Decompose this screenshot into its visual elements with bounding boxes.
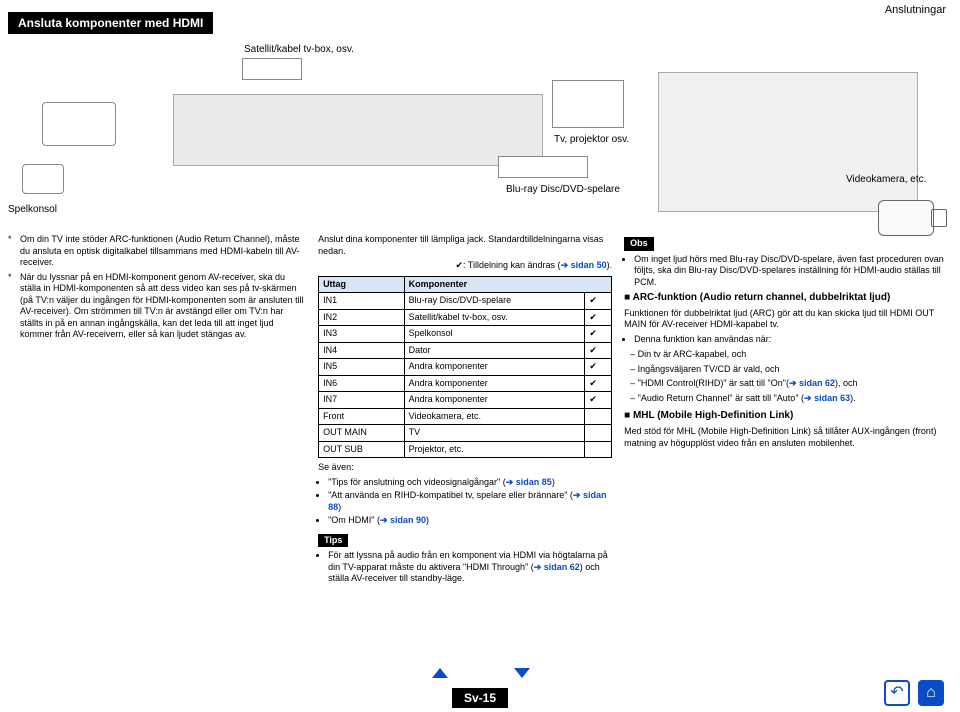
device-bluray [498,156,588,178]
arc-when: Denna funktion kan användas när: [634,334,952,346]
table-row: IN7Andra komponenter✔ [319,392,612,409]
link-sidan63[interactable]: sidan 63 [814,393,850,403]
home-button[interactable] [918,680,944,706]
label-console: Spelkonsol [8,204,57,215]
connect-intro: Anslut dina komponenter till lämpliga ja… [318,234,612,257]
device-tv [552,80,624,128]
see-also: Se även: [318,462,612,474]
receiver-back-panel [173,94,543,166]
connection-diagram: Satellit/kabel tv-box, osv. Dator Tv, pr… [8,44,952,224]
table-row: IN5Andra komponenter✔ [319,359,612,376]
link-sidan90[interactable]: sidan 90 [390,515,426,525]
device-laptop [42,102,116,146]
jack-table: UttagKomponenter IN1Blu-ray Disc/DVD-spe… [318,276,612,459]
th-uttag: Uttag [319,276,405,293]
link-sidan85[interactable]: sidan 85 [516,477,552,487]
table-row: IN2Satellit/kabel tv-box, osv.✔ [319,309,612,326]
tips-tag: Tips [318,534,348,548]
link-sidan62a[interactable]: sidan 62 [544,562,580,572]
table-row: FrontVideokamera, etc. [319,408,612,425]
tips-item: För att lyssna på audio från en komponen… [328,550,612,585]
arc-p1: Funktionen för dubbelriktat ljud (ARC) g… [624,308,952,331]
th-komponenter: Komponenter [404,276,611,293]
device-satellite [242,58,302,80]
obs-tag: Obs [624,237,654,251]
arc-cond-3: – "HDMI Control(RIHD)" är satt till "On"… [624,378,952,390]
mhl-text: Med stöd för MHL (Mobile High-Definition… [624,426,952,449]
page-number: Sv-15 [452,688,508,708]
device-camcorder [878,200,934,236]
mhl-heading: MHL (Mobile High-Definition Link) [624,410,952,423]
footnote-2: När du lyssnar på en HDMI-komponent geno… [20,272,306,341]
device-console [22,164,64,194]
page-footer: Sv-15 [0,688,960,708]
arc-heading: ARC-funktion (Audio return channel, dubb… [624,292,952,305]
list-item: "Om HDMI" (➔ sidan 90) [328,515,612,527]
table-row: IN3Spelkonsol✔ [319,326,612,343]
page-category: Anslutningar [885,4,946,16]
footnote-1: Om din TV inte stöder ARC-funktionen (Au… [20,234,306,269]
prev-page-icon[interactable] [432,668,448,678]
next-page-icon[interactable] [514,668,530,678]
list-item: "Att använda en RIHD-kompatibel tv, spel… [328,490,612,513]
column-middle: Anslut dina komponenter till lämpliga ja… [318,234,612,589]
back-button[interactable] [884,680,910,706]
label-tv: Tv, projektor osv. [554,134,629,145]
list-item: "Tips för anslutning och videosignalgång… [328,477,612,489]
arc-cond-1: – Din tv är ARC-kapabel, och [624,349,952,361]
column-left: *Om din TV inte stöder ARC-funktionen (A… [8,234,306,589]
arc-cond-2: – Ingångsväljaren TV/CD är vald, och [624,364,952,376]
arc-cond-4: – "Audio Return Channel" är satt till "A… [624,393,952,405]
link-sidan50[interactable]: sidan 50 [571,260,607,270]
obs-item: Om inget ljud hörs med Blu-ray Disc/DVD-… [634,254,952,289]
label-camcorder: Videokamera, etc. [846,174,926,185]
table-row: IN1Blu-ray Disc/DVD-spelare✔ [319,293,612,310]
table-row: OUT MAINTV [319,425,612,442]
legend-post: ). [607,260,613,270]
table-row: OUT SUBProjektor, etc. [319,441,612,458]
receiver-front-panel [658,72,918,212]
table-row: IN6Andra komponenter✔ [319,375,612,392]
section-title: Ansluta komponenter med HDMI [8,12,213,34]
link-sidan62b[interactable]: sidan 62 [799,378,835,388]
column-right: Obs Om inget ljud hörs med Blu-ray Disc/… [624,234,952,589]
label-bluray: Blu-ray Disc/DVD-spelare [506,184,620,195]
legend-pre: ✔: Tilldelning kan ändras ( [455,260,560,270]
table-row: IN4Dator✔ [319,342,612,359]
label-satellite: Satellit/kabel tv-box, osv. [244,44,354,55]
